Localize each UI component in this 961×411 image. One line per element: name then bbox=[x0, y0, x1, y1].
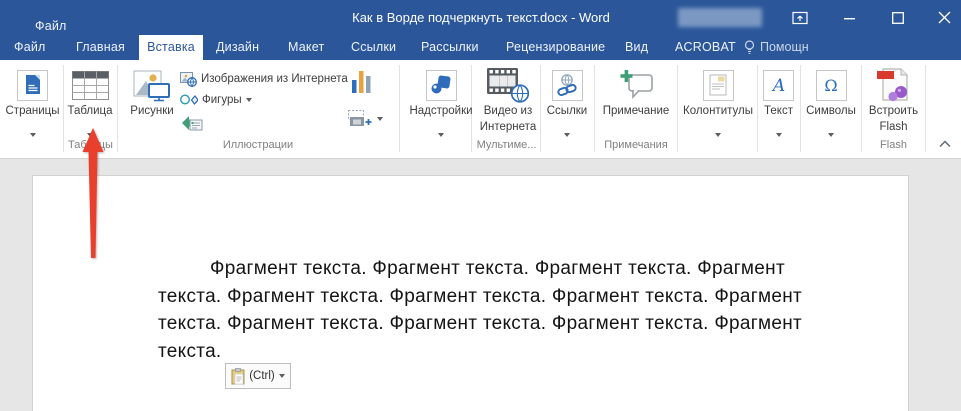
text-box-icon: A bbox=[757, 66, 800, 104]
text-line: Фрагмент текста. Фрагмент текста. Фрагме… bbox=[158, 255, 802, 283]
dropdown-caret-icon bbox=[564, 133, 570, 137]
tab-acrobat[interactable]: ACROBAT bbox=[675, 35, 736, 60]
group-divider bbox=[399, 65, 400, 152]
document-workspace: Фрагмент текста. Фрагмент текста. Фрагме… bbox=[0, 159, 961, 411]
dropdown-caret-icon bbox=[438, 133, 444, 137]
assistant-label: Помощн bbox=[760, 35, 809, 60]
chart-button[interactable] bbox=[352, 71, 372, 91]
dropdown-caret-icon bbox=[279, 374, 285, 378]
tab-view[interactable]: Вид bbox=[625, 35, 648, 60]
group-label-multimedia: Мультиме... bbox=[473, 139, 540, 151]
text-line: текста. Фрагмент текста. Фрагмент текста… bbox=[158, 283, 802, 311]
ribbon-insert-tab-content: Страницы Таблица Таблицы bbox=[0, 60, 961, 159]
dropdown-caret-icon bbox=[828, 133, 834, 137]
svg-text:A: A bbox=[770, 76, 784, 95]
maximize-button[interactable] bbox=[884, 0, 912, 35]
smartart-button[interactable] bbox=[181, 112, 203, 132]
header-footer-label: Колонтитулы bbox=[679, 105, 757, 117]
chart-icon bbox=[352, 68, 372, 94]
pictures-label: Рисунки bbox=[126, 105, 178, 117]
tab-file[interactable]: Файл bbox=[14, 35, 46, 60]
minimize-button[interactable] bbox=[836, 0, 864, 35]
dropdown-caret-icon bbox=[30, 133, 36, 137]
close-button[interactable] bbox=[930, 0, 958, 35]
tab-references[interactable]: Ссылки bbox=[351, 35, 396, 60]
table-grid-icon bbox=[64, 66, 116, 104]
pages-button[interactable]: Страницы bbox=[4, 60, 61, 156]
addins-icon bbox=[409, 66, 473, 104]
text-line: текста. Фрагмент текста. Фрагмент текста… bbox=[158, 310, 802, 338]
ribbon-display-options-button[interactable] bbox=[786, 0, 814, 35]
header-footer-icon bbox=[679, 66, 757, 104]
tab-insert[interactable]: Вставка bbox=[139, 35, 203, 60]
dropdown-caret-icon bbox=[87, 133, 93, 137]
links-icon bbox=[541, 66, 593, 104]
dropdown-caret-icon bbox=[715, 133, 721, 137]
tab-mailings[interactable]: Рассылки bbox=[421, 35, 479, 60]
group-label-illustrations: Иллюстрации bbox=[118, 139, 398, 151]
paste-options-button[interactable]: (Ctrl) bbox=[225, 363, 291, 389]
group-divider bbox=[925, 65, 926, 152]
dropdown-caret-icon bbox=[377, 117, 383, 121]
links-button[interactable]: Ссылки bbox=[541, 60, 593, 156]
svg-text:Ω: Ω bbox=[824, 76, 837, 95]
tab-design[interactable]: Дизайн bbox=[216, 35, 259, 60]
embed-flash-label-line1: Встроить bbox=[862, 105, 925, 117]
group-divider bbox=[677, 65, 678, 152]
window-title: Как в Ворде подчеркнуть текст.docx - Wor… bbox=[300, 0, 662, 35]
text-label: Текст bbox=[757, 105, 800, 117]
online-video-label-line2: Интернета bbox=[477, 121, 539, 133]
symbols-label: Символы bbox=[801, 105, 861, 117]
comment-label: Примечание bbox=[596, 105, 676, 117]
online-pictures-label: Изображения из Интернета bbox=[201, 73, 348, 85]
pictures-icon bbox=[126, 66, 178, 104]
dropdown-caret-icon bbox=[246, 98, 252, 102]
new-comment-icon bbox=[596, 66, 676, 104]
links-label: Ссылки bbox=[541, 105, 593, 117]
shapes-icon bbox=[180, 93, 198, 107]
lightbulb-icon bbox=[744, 40, 755, 56]
addins-button[interactable]: Надстройки bbox=[409, 60, 473, 156]
maximize-icon bbox=[892, 12, 904, 24]
omega-icon: Ω bbox=[801, 66, 861, 104]
shapes-label: Фигуры bbox=[202, 94, 242, 106]
online-pictures-button[interactable]: Изображения из Интернета bbox=[180, 69, 348, 89]
smartart-icon bbox=[181, 113, 203, 131]
header-footer-button[interactable]: Колонтитулы bbox=[679, 60, 757, 156]
collapse-ribbon-chevron-icon bbox=[939, 140, 951, 148]
tab-review[interactable]: Рецензирование bbox=[506, 35, 605, 60]
pages-label: Страницы bbox=[4, 105, 61, 117]
group-label-flash: Flash bbox=[862, 139, 925, 151]
online-pictures-icon bbox=[180, 71, 197, 87]
collapse-ribbon-button[interactable] bbox=[936, 136, 954, 152]
shapes-button[interactable]: Фигуры bbox=[180, 90, 252, 110]
text-button[interactable]: A Текст bbox=[757, 60, 800, 156]
screenshot-icon bbox=[348, 110, 373, 128]
tell-me-assistant[interactable]: Помощн bbox=[744, 35, 809, 60]
embed-flash-label-line2: Flash bbox=[862, 121, 925, 133]
screenshot-button[interactable] bbox=[348, 109, 383, 129]
clipboard-paste-icon bbox=[231, 368, 245, 385]
text-line: текста. bbox=[158, 338, 802, 366]
addins-label: Надстройки bbox=[409, 105, 473, 117]
ribbon-display-options-icon bbox=[792, 11, 808, 25]
tab-home[interactable]: Главная bbox=[76, 35, 125, 60]
dropdown-caret-icon bbox=[776, 133, 782, 137]
symbols-button[interactable]: Ω Символы bbox=[801, 60, 861, 156]
online-video-label-line1: Видео из bbox=[477, 105, 539, 117]
group-label-comments: Примечания bbox=[595, 139, 677, 151]
censored-account-name bbox=[678, 8, 762, 27]
table-label: Таблица bbox=[64, 105, 116, 117]
paragraph-text[interactable]: Фрагмент текста. Фрагмент текста. Фрагме… bbox=[158, 255, 802, 365]
document-page[interactable]: Фрагмент текста. Фрагмент текста. Фрагме… bbox=[33, 176, 908, 411]
tab-layout[interactable]: Макет bbox=[288, 35, 324, 60]
cover-page-icon bbox=[4, 66, 61, 104]
group-label-tables: Таблицы bbox=[64, 139, 117, 151]
close-icon bbox=[938, 11, 951, 24]
minimize-icon bbox=[844, 12, 856, 24]
word-window: Как в Ворде подчеркнуть текст.docx - Wor… bbox=[0, 0, 961, 411]
paste-options-label: (Ctrl) bbox=[249, 370, 275, 382]
online-video-icon bbox=[477, 66, 539, 104]
embed-flash-icon bbox=[862, 66, 925, 104]
